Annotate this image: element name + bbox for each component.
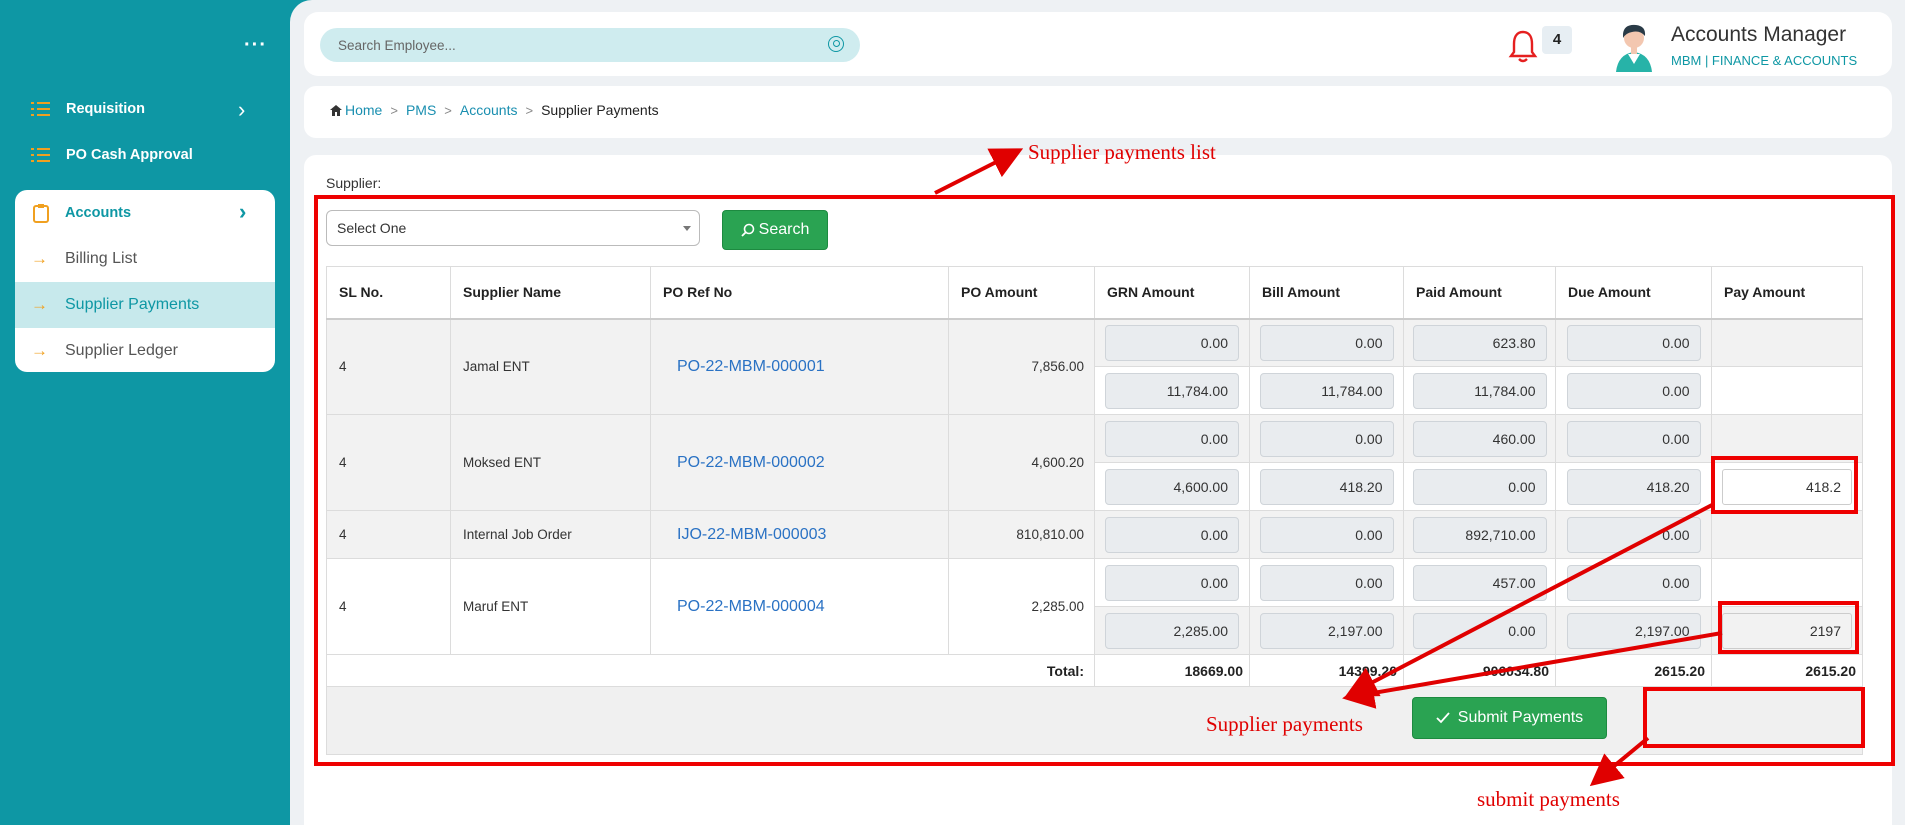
sidebar-item-label: Supplier Ledger <box>65 342 178 359</box>
search-input[interactable] <box>320 28 860 62</box>
annotation-box-payments-list <box>314 195 1895 766</box>
accounts-submenu: Accounts › → Billing List → Supplier Pay… <box>15 190 275 372</box>
sidebar-item-supplier-payments[interactable]: → Supplier Payments <box>15 282 275 328</box>
avatar[interactable] <box>1610 20 1658 72</box>
sidebar-item-billing-list[interactable]: → Billing List <box>15 236 275 282</box>
breadcrumb-separator: > <box>525 102 534 118</box>
breadcrumb-home[interactable]: Home <box>345 102 382 118</box>
user-department: MBM | FINANCE & ACCOUNTS <box>1671 53 1858 68</box>
breadcrumb: Home > PMS > Accounts > Supplier Payment… <box>330 102 659 118</box>
annotation-box-pay-amount <box>1718 601 1859 654</box>
sidebar-item-supplier-ledger[interactable]: → Supplier Ledger <box>15 328 275 372</box>
sidebar-item-label: Supplier Payments <box>65 296 200 313</box>
chevron-right-icon: › <box>238 97 246 122</box>
sidebar-item-accounts[interactable]: Accounts › <box>15 190 275 236</box>
breadcrumb-separator: > <box>390 102 398 118</box>
annotation-label-payments: Supplier payments <box>1206 712 1363 736</box>
breadcrumb-bar: Home > PMS > Accounts > Supplier Payment… <box>304 86 1892 138</box>
bell-icon[interactable] <box>1508 28 1538 64</box>
top-bar: 4 Accounts Manager MBM | FINANCE & ACCOU… <box>304 12 1892 76</box>
clipboard-icon <box>33 204 49 223</box>
sidebar-item-label: Accounts <box>65 205 132 221</box>
arrow-right-icon: → <box>31 295 48 314</box>
more-icon[interactable]: ··· <box>244 34 267 57</box>
supplier-label: Supplier: <box>326 175 382 191</box>
arrow-right-icon: → <box>31 341 48 360</box>
annotation-label-list: Supplier payments list <box>1028 140 1216 164</box>
sidebar-item-label: Billing List <box>65 250 138 267</box>
annotation-label-submit: submit payments <box>1477 787 1620 811</box>
search-icon[interactable] <box>828 36 844 52</box>
home-icon <box>330 104 342 116</box>
breadcrumb-pms[interactable]: PMS <box>406 102 436 118</box>
breadcrumb-accounts[interactable]: Accounts <box>460 102 518 118</box>
sidebar-item-po-cash-approval[interactable]: PO Cash Approval <box>30 146 193 164</box>
sidebar-item-label: PO Cash Approval <box>66 147 193 163</box>
arrow-right-icon: → <box>31 249 48 268</box>
list-icon <box>31 148 50 162</box>
sidebar: ··· Requisition › PO Cash Approval Accou… <box>0 0 290 825</box>
annotation-box-pay-amount <box>1711 456 1858 514</box>
list-icon <box>31 102 50 116</box>
breadcrumb-current: Supplier Payments <box>541 102 659 118</box>
annotation-box-submit <box>1643 687 1865 748</box>
notification-badge: 4 <box>1542 26 1572 54</box>
chevron-right-icon: › <box>239 199 247 224</box>
sidebar-item-label: Requisition <box>66 101 145 117</box>
sidebar-item-requisition[interactable]: Requisition › <box>30 97 245 122</box>
user-name: Accounts Manager <box>1671 23 1847 46</box>
breadcrumb-separator: > <box>444 102 452 118</box>
